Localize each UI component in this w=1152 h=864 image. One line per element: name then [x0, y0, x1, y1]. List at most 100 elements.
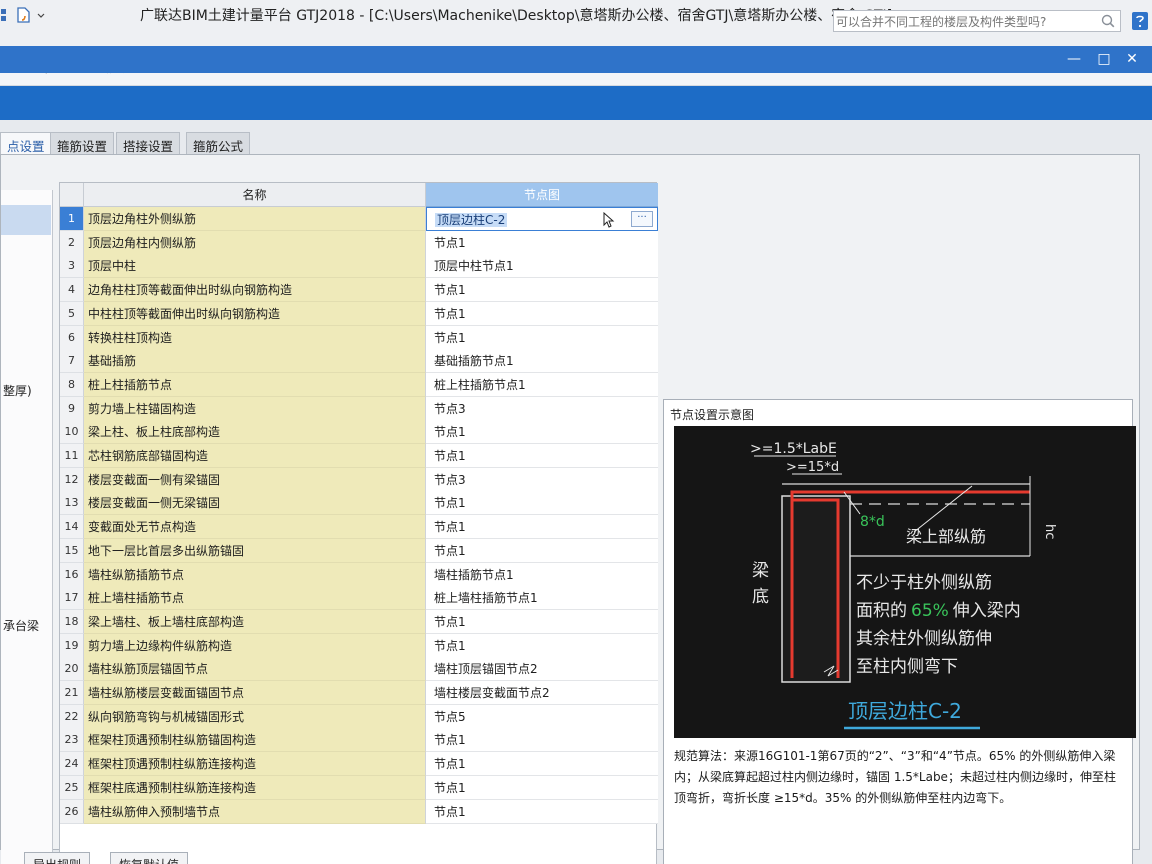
cell-name[interactable]: 剪力墙上边缘构件纵筋构造 [84, 633, 426, 658]
row-number[interactable]: 3 [60, 254, 84, 279]
table-row[interactable]: 24 框架柱顶遇预制柱纵筋连接构造 节点1 [60, 752, 658, 777]
cell-name[interactable]: 梁上柱、板上柱底部构造 [84, 420, 426, 445]
cell-node[interactable]: 节点1 [426, 420, 658, 445]
row-number[interactable]: 14 [60, 515, 84, 540]
cell-name[interactable]: 墙柱纵筋插筋节点 [84, 562, 426, 587]
row-number[interactable]: 18 [60, 609, 84, 634]
help-icon[interactable] [1130, 10, 1150, 32]
cell-name[interactable]: 桩上柱插筋节点 [84, 372, 426, 397]
cell-name[interactable]: 顶层中柱 [84, 254, 426, 279]
table-row[interactable]: 6 转换柱柱顶构造 节点1 [60, 325, 658, 350]
document-icon[interactable] [14, 6, 32, 24]
cell-node[interactable]: 墙柱楼层变截面节点2 [426, 681, 658, 705]
cell-node-value[interactable]: 顶层边柱C-2 [435, 213, 508, 227]
cell-node[interactable]: 节点1 [426, 633, 658, 658]
cell-name[interactable]: 框架柱底遇预制柱纵筋连接构造 [84, 775, 426, 800]
row-number[interactable]: 26 [60, 799, 84, 824]
cell-name[interactable]: 边角柱柱顶等截面伸出时纵向钢筋构造 [84, 278, 426, 303]
cell-node[interactable]: 节点1 [426, 752, 658, 777]
component-tree-selected-item[interactable] [1, 205, 51, 235]
cell-name[interactable]: 变截面处无节点构造 [84, 515, 426, 540]
cell-node[interactable]: 节点5 [426, 704, 658, 729]
cell-node[interactable]: 节点1 [426, 609, 658, 634]
row-number[interactable]: 22 [60, 704, 84, 729]
column-header-name[interactable]: 名称 [84, 183, 426, 207]
cell-node-editing[interactable]: 顶层边柱C-2 ··· [426, 207, 658, 231]
row-number[interactable]: 6 [60, 325, 84, 350]
component-tree-item[interactable]: 整厚) [3, 382, 32, 399]
row-number[interactable]: 21 [60, 681, 84, 705]
row-number[interactable]: 24 [60, 752, 84, 777]
component-tree-item[interactable]: 承台梁 [3, 617, 39, 634]
cell-name[interactable]: 剪力墙上柱锚固构造 [84, 396, 426, 421]
cell-node[interactable]: 桩上墙柱插筋节点1 [426, 586, 658, 611]
table-row[interactable]: 5 中柱柱顶等截面伸出时纵向钢筋构造 节点1 [60, 301, 658, 326]
row-number[interactable]: 10 [60, 420, 84, 445]
table-row[interactable]: 10 梁上柱、板上柱底部构造 节点1 [60, 420, 658, 445]
row-number[interactable]: 11 [60, 444, 84, 468]
cell-node[interactable]: 节点1 [426, 278, 658, 303]
cell-node[interactable]: 墙柱顶层锚固节点2 [426, 657, 658, 682]
export-rules-button[interactable]: 导出规则 [24, 852, 91, 864]
table-row[interactable]: 18 梁上墙柱、板上墙柱底部构造 节点1 [60, 609, 658, 634]
cell-node[interactable]: 节点1 [426, 325, 658, 350]
cell-name[interactable]: 楼层变截面一侧无梁锚固 [84, 491, 426, 516]
table-row[interactable]: 2 顶层边角柱内侧纵筋 节点1 [60, 230, 658, 255]
row-number[interactable]: 8 [60, 372, 84, 397]
row-number[interactable]: 12 [60, 467, 84, 492]
cell-node[interactable]: 节点1 [426, 515, 658, 540]
minimize-button[interactable]: — [1064, 50, 1084, 68]
table-row[interactable]: 17 桩上墙柱插筋节点 桩上墙柱插筋节点1 [60, 586, 658, 611]
table-row[interactable]: 21 墙柱纵筋楼层变截面锚固节点 墙柱楼层变截面节点2 [60, 681, 658, 705]
row-number[interactable]: 2 [60, 230, 84, 255]
table-row[interactable]: 23 框架柱顶遇预制柱纵筋锚固构造 节点1 [60, 728, 658, 753]
table-row[interactable]: 3 顶层中柱 顶层中柱节点1 [60, 254, 658, 279]
table-row[interactable]: 15 地下一层比首层多出纵筋锚固 节点1 [60, 538, 658, 563]
table-row[interactable]: 19 剪力墙上边缘构件纵筋构造 节点1 [60, 633, 658, 658]
cell-name[interactable]: 中柱柱顶等截面伸出时纵向钢筋构造 [84, 301, 426, 326]
table-row[interactable]: 8 桩上柱插筋节点 桩上柱插筋节点1 [60, 372, 658, 397]
cell-name[interactable]: 墙柱纵筋伸入预制墙节点 [84, 799, 426, 824]
table-row[interactable]: 16 墙柱纵筋插筋节点 墙柱插筋节点1 [60, 562, 658, 587]
cell-name[interactable]: 梁上墙柱、板上墙柱底部构造 [84, 609, 426, 634]
help-search-input[interactable] [834, 12, 1096, 32]
row-number[interactable]: 20 [60, 657, 84, 682]
row-number[interactable]: 5 [60, 301, 84, 326]
cell-name[interactable]: 纵向钢筋弯钩与机械锚固形式 [84, 704, 426, 729]
row-number[interactable]: 1 [60, 207, 84, 231]
table-row[interactable]: 12 楼层变截面一侧有梁锚固 节点3 [60, 467, 658, 492]
cell-node[interactable]: 节点1 [426, 538, 658, 563]
column-header-node-diagram[interactable]: 节点图 [426, 183, 658, 207]
table-row[interactable]: 9 剪力墙上柱锚固构造 节点3 [60, 396, 658, 421]
cell-node[interactable]: 基础插筋节点1 [426, 349, 658, 374]
cell-node[interactable]: 节点1 [426, 444, 658, 468]
cell-node[interactable]: 节点1 [426, 230, 658, 255]
maximize-button[interactable]: □ [1094, 50, 1114, 68]
table-row[interactable]: 4 边角柱柱顶等截面伸出时纵向钢筋构造 节点1 [60, 278, 658, 303]
row-number[interactable]: 7 [60, 349, 84, 374]
search-icon[interactable] [1100, 13, 1116, 29]
table-row[interactable]: 1 顶层边角柱外侧纵筋 顶层边柱C-2 ··· [60, 207, 658, 231]
cell-node[interactable]: 桩上柱插筋节点1 [426, 372, 658, 397]
cell-name[interactable]: 框架柱顶遇预制柱纵筋连接构造 [84, 752, 426, 777]
cell-name[interactable]: 顶层边角柱内侧纵筋 [84, 230, 426, 255]
table-row[interactable]: 25 框架柱底遇预制柱纵筋连接构造 节点1 [60, 775, 658, 800]
cell-name[interactable]: 顶层边角柱外侧纵筋 [84, 207, 426, 231]
cell-name[interactable]: 桩上墙柱插筋节点 [84, 586, 426, 611]
row-number[interactable]: 23 [60, 728, 84, 753]
tab-stirrup-settings[interactable]: 箍筋设置 [50, 132, 115, 154]
cell-name[interactable]: 地下一层比首层多出纵筋锚固 [84, 538, 426, 563]
cell-name[interactable]: 芯柱钢筋底部锚固构造 [84, 444, 426, 468]
cell-name[interactable]: 转换柱柱顶构造 [84, 325, 426, 350]
cell-node[interactable]: 节点3 [426, 396, 658, 421]
tab-stirrup-formula[interactable]: 箍筋公式 [186, 132, 251, 154]
cell-name[interactable]: 基础插筋 [84, 349, 426, 374]
cell-node[interactable]: 节点1 [426, 491, 658, 516]
row-number[interactable]: 4 [60, 278, 84, 303]
table-row[interactable]: 13 楼层变截面一侧无梁锚固 节点1 [60, 491, 658, 516]
cell-node[interactable]: 节点1 [426, 301, 658, 326]
cell-name[interactable]: 墙柱纵筋楼层变截面锚固节点 [84, 681, 426, 705]
row-number[interactable]: 19 [60, 633, 84, 658]
cell-node[interactable]: 节点1 [426, 799, 658, 824]
table-row[interactable]: 14 变截面处无节点构造 节点1 [60, 515, 658, 540]
